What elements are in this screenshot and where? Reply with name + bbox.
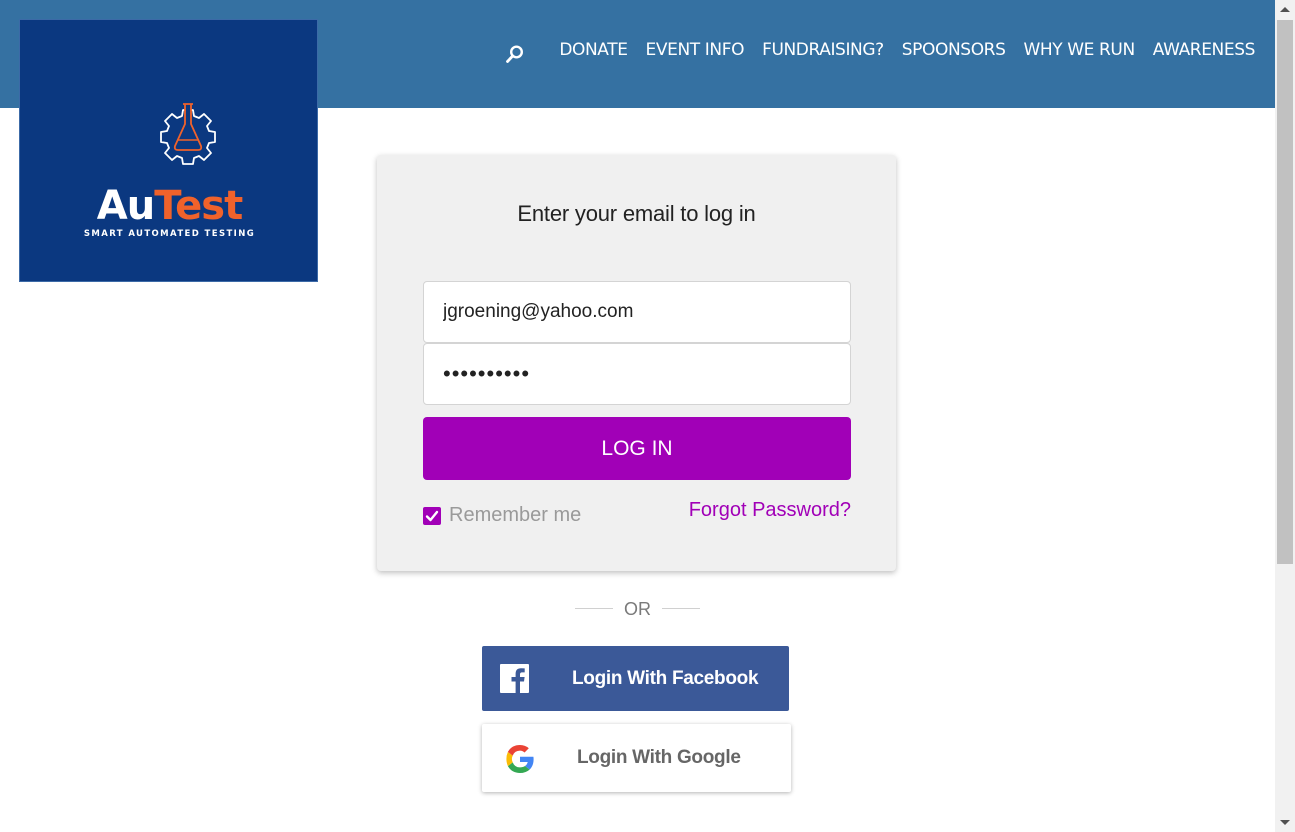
password-field[interactable] <box>423 343 851 405</box>
scroll-down-arrow-icon[interactable] <box>1280 820 1290 825</box>
login-button[interactable]: LOG IN <box>423 417 851 480</box>
login-card: Enter your email to log in LOG IN Rememb… <box>377 155 896 571</box>
google-icon <box>506 745 534 773</box>
scroll-up-arrow-icon[interactable] <box>1280 7 1290 12</box>
vertical-scrollbar[interactable] <box>1275 0 1295 832</box>
nav-item-event-info[interactable]: EVENT INFO <box>646 40 745 60</box>
remember-me-label: Remember me <box>449 504 582 526</box>
checkmark-icon <box>425 510 439 521</box>
main-nav: DONATE EVENT INFO FUNDRAISING? SPOONSORS… <box>505 40 1256 63</box>
nav-item-why-we-run[interactable]: WHY WE RUN <box>1023 40 1135 60</box>
nav-item-sponsors[interactable]: SPOONSORS <box>902 40 1006 60</box>
facebook-login-label: Login With Facebook <box>572 668 759 689</box>
remember-me-row[interactable]: Remember me <box>423 504 581 527</box>
or-text: OR <box>624 599 651 619</box>
logo-wordmark: AuTest <box>20 182 319 230</box>
logo-tagline: SMART AUTOMATED TESTING <box>83 229 256 239</box>
nav-item-fundraising[interactable]: FUNDRAISING? <box>762 40 884 60</box>
forgot-password-link[interactable]: Forgot Password? <box>689 499 851 522</box>
facebook-login-button[interactable]: Login With Facebook <box>482 646 789 711</box>
gear-flask-icon <box>160 103 216 165</box>
facebook-icon <box>500 664 529 693</box>
login-title: Enter your email to log in <box>517 201 756 226</box>
google-login-label: Login With Google <box>577 747 741 768</box>
search-icon[interactable] <box>505 44 525 64</box>
nav-item-awareness[interactable]: AWARENESS <box>1153 40 1256 60</box>
logo-word-au: Au <box>96 183 155 229</box>
nav-item-donate[interactable]: DONATE <box>559 40 628 60</box>
site-logo[interactable]: AuTest SMART AUTOMATED TESTING <box>19 19 318 282</box>
remember-me-checkbox[interactable] <box>423 506 441 525</box>
or-line-right <box>662 608 700 609</box>
page: DONATE EVENT INFO FUNDRAISING? SPOONSORS… <box>0 0 1295 832</box>
logo-word-test: Test <box>154 183 243 229</box>
email-field[interactable] <box>423 281 851 343</box>
google-login-button[interactable]: Login With Google <box>482 724 791 792</box>
scrollbar-thumb[interactable] <box>1277 20 1293 564</box>
or-divider: OR <box>575 598 700 620</box>
